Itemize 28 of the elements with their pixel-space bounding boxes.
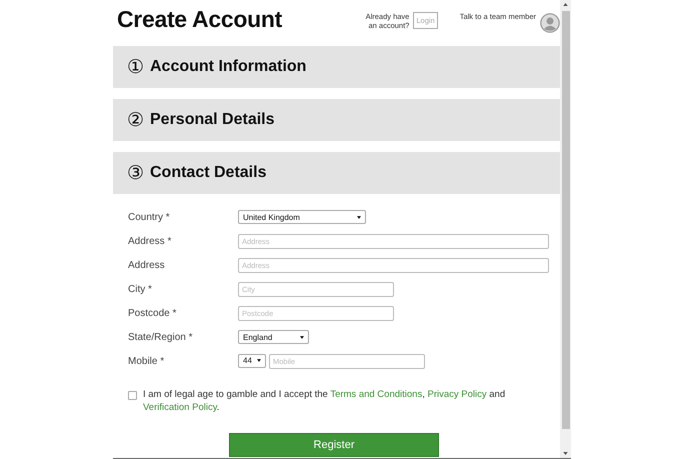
avatar-icon[interactable] bbox=[540, 13, 560, 33]
field-label: Address * bbox=[128, 236, 172, 246]
consent-text: I am of legal age to gamble and I accept the Terms and Conditions, Privacy Policy and Verification Policy. bbox=[143, 389, 506, 415]
section-header[interactable]: ③ Contact Details bbox=[113, 152, 560, 194]
field-label: Postcode * bbox=[128, 308, 178, 318]
scrollbar[interactable] bbox=[560, 0, 571, 458]
page-title: Create Account bbox=[117, 6, 283, 33]
caret-icon bbox=[357, 216, 361, 218]
scroll-up-icon[interactable] bbox=[563, 3, 568, 6]
dropdown[interactable]: 44 bbox=[238, 354, 266, 368]
policy-link[interactable]: Terms and Conditions bbox=[330, 389, 422, 400]
register-button[interactable]: Register bbox=[229, 432, 439, 457]
caret-icon bbox=[257, 359, 261, 362]
field-label: Country * bbox=[128, 212, 171, 222]
policy-link[interactable]: Verification Policy bbox=[143, 402, 217, 413]
scroll-thumb[interactable] bbox=[562, 11, 570, 429]
field-label: Mobile * bbox=[128, 356, 166, 366]
scroll-down-icon[interactable] bbox=[563, 452, 568, 455]
field-label: Address bbox=[128, 260, 166, 270]
section-header[interactable]: ② Personal Details bbox=[113, 99, 560, 141]
section-header[interactable]: ① Account Information bbox=[113, 46, 560, 88]
checkbox[interactable] bbox=[128, 391, 137, 400]
field-label: City * bbox=[128, 284, 153, 294]
dropdown[interactable]: United Kingdom bbox=[238, 210, 366, 224]
policy-link[interactable]: Privacy Policy bbox=[427, 389, 487, 400]
caret-icon bbox=[300, 336, 304, 338]
dropdown[interactable]: England bbox=[238, 330, 309, 344]
field-label: State/Region * bbox=[128, 332, 194, 342]
